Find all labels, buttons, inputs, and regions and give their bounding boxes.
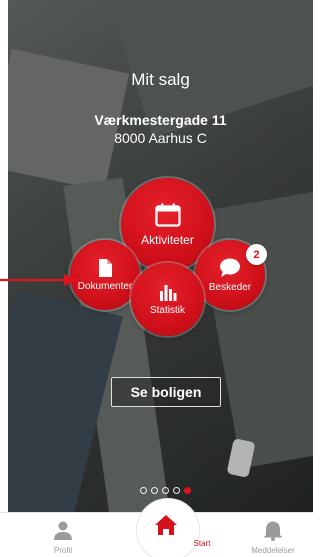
tab-start[interactable]: Start — [130, 512, 210, 557]
calendar-icon — [154, 203, 181, 227]
aktiviteter-label: Aktiviteter — [141, 232, 194, 247]
property-city: 8000 Aarhus C — [114, 130, 207, 146]
statistik-button[interactable]: Statistik — [131, 263, 204, 336]
document-icon — [99, 258, 112, 277]
annotation-arrow-icon — [0, 274, 78, 286]
tab-meddelelser-label: Meddelelser — [251, 546, 295, 555]
home-icon — [155, 515, 177, 535]
bell-icon — [263, 521, 283, 541]
tab-profil-label: Profil — [53, 546, 73, 555]
dokumenter-button[interactable]: Dokumenter — [70, 240, 140, 310]
beskeder-label: Beskeder — [208, 281, 252, 293]
bar-chart-icon — [159, 285, 176, 301]
beskeder-badge: 2 — [246, 244, 267, 265]
dokumenter-label: Dokumenter — [77, 280, 133, 292]
page-title: Mit salg — [131, 70, 190, 89]
statistik-label: Statistik — [149, 305, 185, 316]
page-dot[interactable] — [151, 487, 158, 494]
se-boligen-button[interactable]: Se boligen — [111, 377, 221, 407]
person-icon — [54, 521, 72, 540]
property-address: Værkmestergade 11 — [94, 112, 227, 128]
tab-start-label: Start — [193, 539, 211, 548]
page-dot[interactable] — [162, 487, 169, 494]
chat-bubble-icon — [220, 258, 240, 277]
tab-meddelelser[interactable]: Meddelelser — [228, 513, 318, 557]
page-indicator — [140, 487, 191, 494]
page-dot[interactable] — [140, 487, 147, 494]
tab-profil[interactable]: Profil — [18, 513, 108, 557]
page-dot-active[interactable] — [184, 487, 191, 494]
page-dot[interactable] — [173, 487, 180, 494]
